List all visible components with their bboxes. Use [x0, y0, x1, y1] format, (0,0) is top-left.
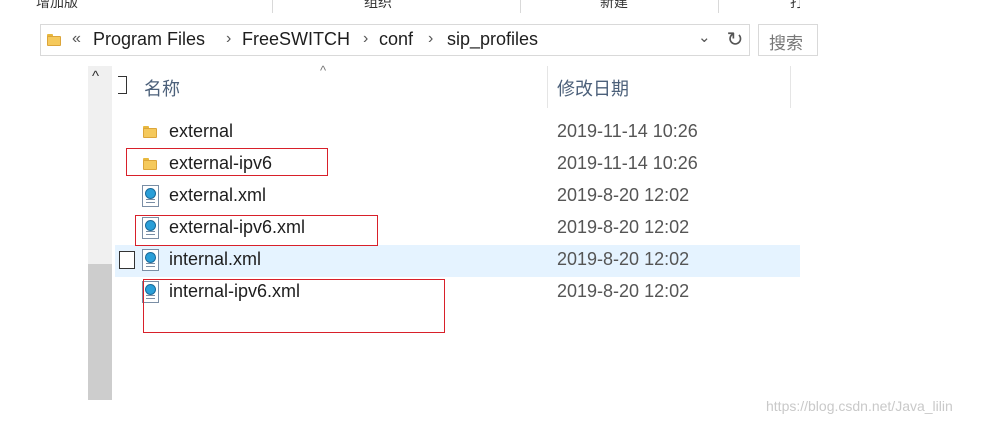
ribbon-divider: [272, 0, 273, 13]
breadcrumb-freeswitch[interactable]: FreeSWITCH: [242, 29, 350, 50]
search-input[interactable]: 搜索: [758, 24, 818, 56]
column-header-date-modified[interactable]: 修改日期: [557, 75, 629, 101]
file-row-external-xml[interactable]: external.xml 2019-8-20 12:02: [115, 181, 800, 213]
xml-file-icon: [142, 249, 159, 271]
file-row-internal-xml[interactable]: internal.xml 2019-8-20 12:02: [115, 245, 800, 277]
refresh-icon[interactable]: ↻: [723, 27, 747, 53]
row-checkbox[interactable]: [119, 251, 135, 269]
column-divider[interactable]: [547, 66, 548, 108]
scroll-up-arrow-icon[interactable]: ^: [92, 68, 99, 85]
ribbon-label-open[interactable]: 打: [790, 0, 800, 12]
overflow-chevron-icon[interactable]: «: [72, 30, 81, 48]
folder-icon: [47, 34, 61, 46]
nav-pane-scrollbar[interactable]: ^: [88, 66, 112, 400]
column-header-row: ^ 名称 修改日期: [115, 63, 800, 108]
column-divider[interactable]: [790, 66, 791, 108]
column-header-name[interactable]: 名称: [144, 75, 180, 101]
sort-ascending-icon: ^: [320, 63, 327, 78]
breadcrumb-separator-icon[interactable]: ›: [428, 30, 433, 48]
breadcrumb-program-files[interactable]: Program Files: [93, 29, 205, 50]
folder-icon: [143, 126, 157, 138]
watermark-text: https://blog.csdn.net/Java_lilin: [766, 398, 953, 414]
ribbon-label-new[interactable]: 新建: [600, 0, 628, 12]
ribbon-strip: 增加版 组织 新建 打: [0, 0, 800, 13]
file-date: 2019-11-14 10:26: [557, 153, 698, 173]
highlight-annotation: [143, 279, 445, 333]
file-date: 2019-8-20 12:02: [557, 217, 690, 237]
highlight-annotation: [135, 215, 378, 246]
file-date: 2019-11-14 10:26: [557, 121, 698, 141]
file-date: 2019-8-20 12:02: [557, 281, 690, 301]
file-name: internal.xml: [169, 249, 262, 269]
scroll-thumb[interactable]: [88, 264, 112, 400]
ribbon-label-organize[interactable]: 组织: [364, 0, 392, 12]
xml-file-icon: [142, 185, 159, 207]
address-bar[interactable]: « Program Files › FreeSWITCH › conf › si…: [40, 24, 750, 56]
file-date: 2019-8-20 12:02: [557, 249, 690, 269]
file-name: external: [169, 121, 234, 141]
breadcrumb-separator-icon[interactable]: ›: [226, 30, 231, 48]
search-placeholder: 搜索: [769, 34, 803, 53]
breadcrumb-conf[interactable]: conf: [379, 29, 413, 50]
ribbon-divider: [520, 0, 521, 13]
file-name: external.xml: [169, 185, 267, 205]
address-dropdown-icon[interactable]: ⌄: [698, 28, 711, 46]
select-all-checkbox[interactable]: [118, 76, 127, 94]
ribbon-label-left: 增加版: [36, 0, 78, 10]
breadcrumb-separator-icon[interactable]: ›: [363, 30, 368, 48]
ribbon-divider: [718, 0, 719, 13]
file-date: 2019-8-20 12:02: [557, 185, 690, 205]
breadcrumb-sip-profiles[interactable]: sip_profiles: [447, 29, 538, 50]
file-row-external[interactable]: external 2019-11-14 10:26: [115, 117, 800, 149]
highlight-annotation: [126, 148, 328, 176]
